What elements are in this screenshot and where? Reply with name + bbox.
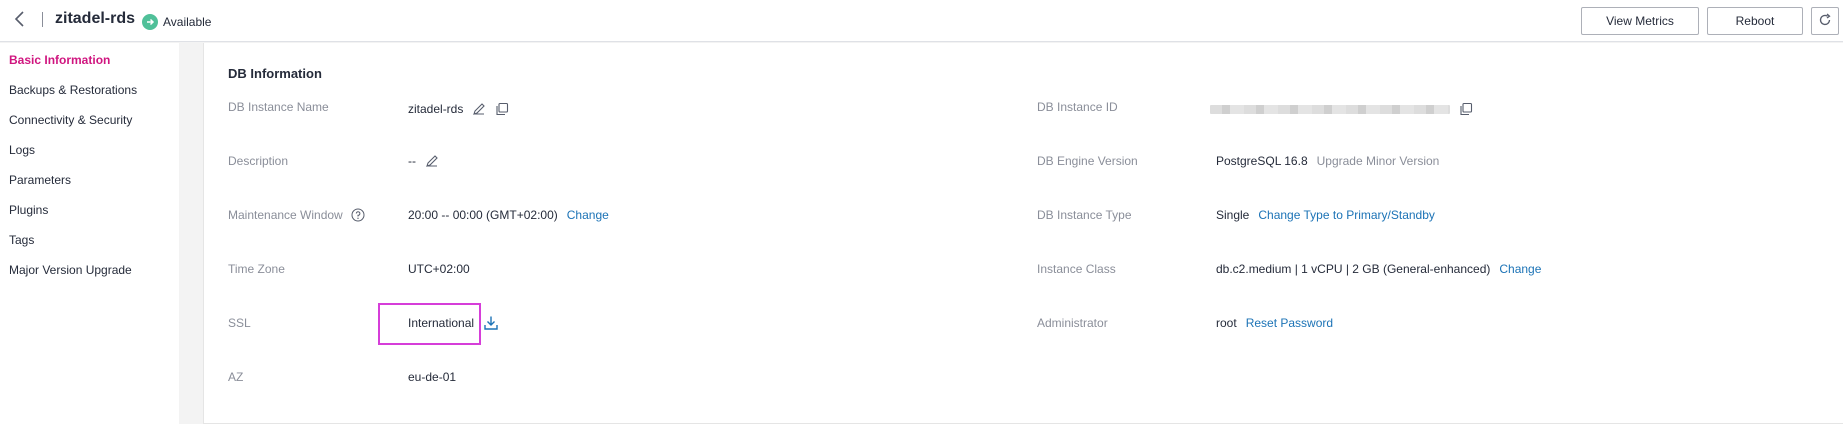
redacted-instance-id xyxy=(1210,104,1450,114)
edit-icon[interactable] xyxy=(425,154,439,168)
description-text: -- xyxy=(408,154,416,168)
help-icon[interactable] xyxy=(351,208,365,222)
sidebar-item-parameters[interactable]: Parameters xyxy=(9,173,71,187)
status-text: Available xyxy=(163,15,212,29)
instance-name-value: zitadel-rds xyxy=(408,102,509,116)
sidebar-nav: Basic Information Backups & Restorations… xyxy=(0,43,179,424)
ssl-value: International xyxy=(408,315,499,331)
edit-icon[interactable] xyxy=(472,102,486,116)
administrator-value: root Reset Password xyxy=(1216,316,1333,330)
time-zone-label: Time Zone xyxy=(228,262,285,276)
copy-icon[interactable] xyxy=(495,102,509,116)
maintenance-window-label: Maintenance Window xyxy=(228,208,365,222)
status-badge: Available xyxy=(142,14,211,30)
sidebar-item-logs[interactable]: Logs xyxy=(9,143,35,157)
section-title: DB Information xyxy=(228,66,322,81)
description-label: Description xyxy=(228,154,289,168)
available-icon xyxy=(142,14,158,30)
title-divider xyxy=(42,12,43,27)
ssl-text: International xyxy=(408,316,475,330)
instance-name-label: DB Instance Name xyxy=(228,100,329,114)
copy-icon[interactable] xyxy=(1459,102,1473,116)
instance-class-text: db.c2.medium | 1 vCPU | 2 GB (General-en… xyxy=(1216,262,1491,276)
sidebar-item-backups-restorations[interactable]: Backups & Restorations xyxy=(9,83,137,97)
maintenance-window-label-text: Maintenance Window xyxy=(228,208,343,222)
sidebar-item-plugins[interactable]: Plugins xyxy=(9,203,48,217)
administrator-text: root xyxy=(1216,316,1237,330)
administrator-label: Administrator xyxy=(1037,316,1108,330)
instance-id-value xyxy=(1210,102,1473,116)
instance-name-text: zitadel-rds xyxy=(408,102,464,116)
instance-class-label: Instance Class xyxy=(1037,262,1116,276)
instance-type-text: Single xyxy=(1216,208,1250,222)
description-value: -- xyxy=(408,154,439,168)
reset-password-link[interactable]: Reset Password xyxy=(1246,316,1333,330)
time-zone-value: UTC+02:00 xyxy=(408,262,470,276)
instance-id-label: DB Instance ID xyxy=(1037,100,1118,114)
instance-class-change-link[interactable]: Change xyxy=(1499,262,1541,276)
refresh-icon xyxy=(1818,13,1832,30)
upgrade-minor-version-link[interactable]: Upgrade Minor Version xyxy=(1317,154,1440,168)
engine-version-text: PostgreSQL 16.8 xyxy=(1216,154,1308,168)
az-label: AZ xyxy=(228,370,244,384)
top-bar: zitadel-rds Available View Metrics Reboo… xyxy=(0,0,1843,42)
instance-type-value: Single Change Type to Primary/Standby xyxy=(1216,208,1435,222)
instance-type-label: DB Instance Type xyxy=(1037,208,1132,222)
view-metrics-button[interactable]: View Metrics xyxy=(1581,7,1699,35)
db-information-card: DB Information DB Instance Name zitadel-… xyxy=(203,43,1843,424)
engine-version-label: DB Engine Version xyxy=(1037,154,1138,168)
refresh-button[interactable] xyxy=(1811,7,1839,35)
instance-class-value: db.c2.medium | 1 vCPU | 2 GB (General-en… xyxy=(1216,262,1541,276)
download-icon[interactable] xyxy=(483,315,499,331)
sidebar-item-connectivity-security[interactable]: Connectivity & Security xyxy=(9,113,132,127)
sidebar-item-basic-information[interactable]: Basic Information xyxy=(9,53,110,67)
page-title: zitadel-rds xyxy=(55,10,136,27)
maintenance-change-link[interactable]: Change xyxy=(567,208,609,222)
ssl-label: SSL xyxy=(228,316,251,330)
engine-version-value: PostgreSQL 16.8 Upgrade Minor Version xyxy=(1216,154,1439,168)
change-type-link[interactable]: Change Type to Primary/Standby xyxy=(1258,208,1435,222)
maintenance-window-value: 20:00 -- 00:00 (GMT+02:00) Change xyxy=(408,208,609,222)
reboot-button[interactable]: Reboot xyxy=(1707,7,1803,35)
az-value: eu-de-01 xyxy=(408,370,457,384)
sidebar-item-major-version-upgrade[interactable]: Major Version Upgrade xyxy=(9,263,132,277)
sidebar-item-tags[interactable]: Tags xyxy=(9,233,34,247)
maintenance-window-text: 20:00 -- 00:00 (GMT+02:00) xyxy=(408,208,558,222)
back-arrow-icon[interactable] xyxy=(10,9,30,29)
